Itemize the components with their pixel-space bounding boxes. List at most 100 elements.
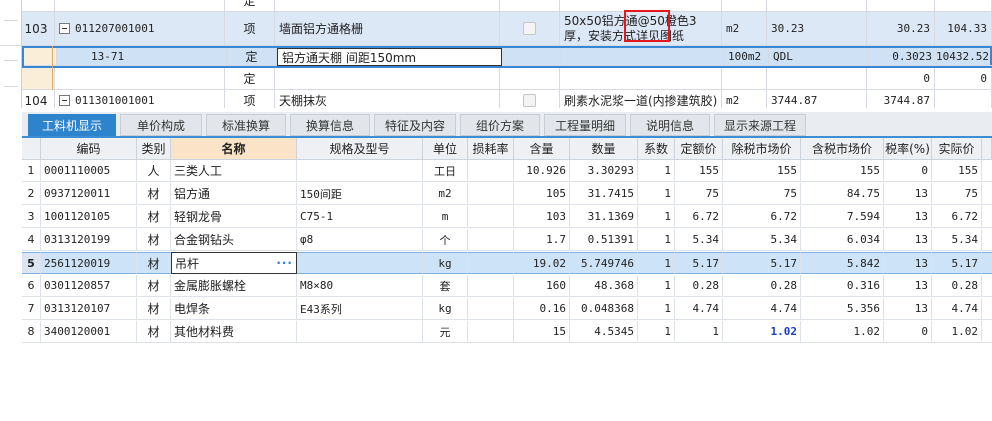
bill-row-partial-top[interactable]: 定 bbox=[22, 0, 992, 12]
bill-row-104[interactable]: 104 011301001001 项 天棚抹灰 刷素水泥浆一道(内掺建筑胶) m… bbox=[22, 90, 992, 108]
resource-ex-tax-price[interactable]: 4.74 bbox=[723, 298, 801, 320]
col-quota-price[interactable]: 定额价 bbox=[675, 138, 723, 160]
resource-quantity[interactable]: 4.5345 bbox=[570, 321, 638, 343]
resource-tax-rate[interactable]: 13 bbox=[884, 183, 932, 205]
col-category[interactable]: 类别 bbox=[137, 138, 171, 160]
resource-loss-rate[interactable] bbox=[468, 229, 514, 251]
resource-row-5[interactable]: 5 2561120019 材 吊杆 ··· kg 19.02 5.749746 1… bbox=[22, 252, 992, 274]
resource-unit[interactable]: 套 bbox=[423, 275, 468, 297]
col-tax-rate[interactable]: 税率(%) bbox=[884, 138, 932, 160]
resource-loss-rate[interactable] bbox=[468, 275, 514, 297]
resource-quota-price[interactable]: 0.28 bbox=[675, 275, 723, 297]
resource-tax-rate[interactable]: 13 bbox=[884, 298, 932, 320]
resource-content[interactable]: 103 bbox=[514, 206, 570, 228]
resource-quota-price[interactable]: 4.74 bbox=[675, 298, 723, 320]
resource-quantity[interactable]: 31.7415 bbox=[570, 183, 638, 205]
tab-description[interactable]: 说明信息 bbox=[630, 114, 710, 136]
resource-name[interactable]: 其他材料费 bbox=[171, 321, 297, 343]
resource-loss-rate[interactable] bbox=[468, 252, 514, 274]
resource-coefficient[interactable]: 1 bbox=[638, 183, 675, 205]
tab-quantity-details[interactable]: 工程量明细 bbox=[544, 114, 626, 136]
row-checkbox[interactable] bbox=[523, 94, 536, 107]
resource-loss-rate[interactable] bbox=[468, 298, 514, 320]
col-code[interactable]: 编码 bbox=[41, 138, 137, 160]
col-content[interactable]: 含量 bbox=[514, 138, 570, 160]
more-options-icon[interactable]: ··· bbox=[276, 256, 293, 270]
resource-code[interactable]: 1001120105 bbox=[41, 206, 137, 228]
resource-ex-tax-price[interactable]: 155 bbox=[723, 160, 801, 182]
resource-spec[interactable]: C75-1 bbox=[297, 206, 423, 228]
resource-code[interactable]: 0313120199 bbox=[41, 229, 137, 251]
resource-row-7[interactable]: 7 0313120107 材 电焊条 E43系列 kg 0.16 0.04836… bbox=[22, 298, 992, 320]
collapse-icon[interactable] bbox=[59, 95, 70, 106]
resource-category[interactable]: 材 bbox=[137, 298, 171, 320]
collapse-icon[interactable] bbox=[59, 23, 70, 34]
resource-ex-tax-price[interactable]: 75 bbox=[723, 183, 801, 205]
col-inc-tax-price[interactable]: 含税市场价 bbox=[801, 138, 884, 160]
resource-ex-tax-price[interactable]: 5.34 bbox=[723, 229, 801, 251]
resource-actual-price[interactable]: 1.02 bbox=[932, 321, 982, 343]
resource-code[interactable]: 0937120011 bbox=[41, 183, 137, 205]
resource-coefficient[interactable]: 1 bbox=[638, 275, 675, 297]
resource-tax-rate[interactable]: 0 bbox=[884, 321, 932, 343]
resource-unit[interactable]: kg bbox=[423, 298, 468, 320]
resource-content[interactable]: 1.7 bbox=[514, 229, 570, 251]
resource-inc-tax-price[interactable]: 7.594 bbox=[801, 206, 884, 228]
resource-tax-rate[interactable]: 13 bbox=[884, 275, 932, 297]
resource-code[interactable]: 0001110005 bbox=[41, 160, 137, 182]
col-spec[interactable]: 规格及型号 bbox=[297, 138, 423, 160]
resource-code[interactable]: 0313120107 bbox=[41, 298, 137, 320]
resource-content[interactable]: 105 bbox=[514, 183, 570, 205]
resource-quota-price[interactable]: 155 bbox=[675, 160, 723, 182]
resource-coefficient[interactable]: 1 bbox=[638, 206, 675, 228]
resource-spec[interactable] bbox=[297, 321, 423, 343]
resource-quantity[interactable]: 0.51391 bbox=[570, 229, 638, 251]
resource-ex-tax-price[interactable]: 0.28 bbox=[723, 275, 801, 297]
bill-row-103[interactable]: 103 011207001001 项 墙面铝方通格栅 50x50铝方通@50橙色… bbox=[0, 12, 992, 46]
resource-quota-price[interactable]: 6.72 bbox=[675, 206, 723, 228]
resource-quantity[interactable]: 0.048368 bbox=[570, 298, 638, 320]
resource-loss-rate[interactable] bbox=[468, 321, 514, 343]
resource-coefficient[interactable]: 1 bbox=[638, 298, 675, 320]
resource-spec[interactable]: E43系列 bbox=[297, 298, 423, 320]
resource-name[interactable]: 金属膨胀螺栓 bbox=[171, 275, 297, 297]
col-ex-tax-price[interactable]: 除税市场价 bbox=[723, 138, 801, 160]
resource-category[interactable]: 材 bbox=[137, 183, 171, 205]
resource-row-8[interactable]: 8 3400120001 材 其他材料费 元 15 4.5345 1 1 1.0… bbox=[22, 321, 992, 343]
col-quantity[interactable]: 数量 bbox=[570, 138, 638, 160]
resource-spec[interactable] bbox=[297, 252, 423, 274]
resource-ex-tax-price[interactable]: 6.72 bbox=[723, 206, 801, 228]
resource-unit[interactable]: m2 bbox=[423, 183, 468, 205]
resource-quota-price[interactable]: 1 bbox=[675, 321, 723, 343]
resource-name[interactable]: 吊杆 ··· bbox=[171, 252, 297, 274]
quota-name-editor[interactable]: 铝方通天棚 间距150mm bbox=[277, 48, 502, 66]
resource-loss-rate[interactable] bbox=[468, 206, 514, 228]
resource-ex-tax-price[interactable]: 1.02 bbox=[723, 321, 801, 343]
resource-spec[interactable]: φ8 bbox=[297, 229, 423, 251]
resource-spec[interactable]: 150间距 bbox=[297, 183, 423, 205]
resource-inc-tax-price[interactable]: 5.842 bbox=[801, 252, 884, 274]
resource-category[interactable]: 材 bbox=[137, 252, 171, 274]
tab-conversion-info[interactable]: 换算信息 bbox=[290, 114, 370, 136]
resource-ex-tax-price[interactable]: 5.17 bbox=[723, 252, 801, 274]
resource-tax-rate[interactable]: 13 bbox=[884, 206, 932, 228]
tab-features-content[interactable]: 特征及内容 bbox=[374, 114, 456, 136]
resource-quantity[interactable]: 31.1369 bbox=[570, 206, 638, 228]
resource-unit[interactable]: kg bbox=[423, 252, 468, 274]
resource-actual-price[interactable]: 5.34 bbox=[932, 229, 982, 251]
resource-quota-price[interactable]: 5.17 bbox=[675, 252, 723, 274]
resource-unit[interactable]: 工日 bbox=[423, 160, 468, 182]
resource-tax-rate[interactable]: 13 bbox=[884, 252, 932, 274]
resource-code[interactable]: 2561120019 bbox=[41, 252, 137, 274]
resource-inc-tax-price[interactable]: 5.356 bbox=[801, 298, 884, 320]
resource-content[interactable]: 10.926 bbox=[514, 160, 570, 182]
resource-code[interactable]: 0301120857 bbox=[41, 275, 137, 297]
tab-unit-price-composition[interactable]: 单价构成 bbox=[120, 114, 202, 136]
resource-name[interactable]: 铝方通 bbox=[171, 183, 297, 205]
col-name[interactable]: 名称 bbox=[171, 138, 297, 160]
resource-row-4[interactable]: 4 0313120199 材 合金钢钻头 φ8 个 1.7 0.51391 1 … bbox=[22, 229, 992, 251]
resource-actual-price[interactable]: 155 bbox=[932, 160, 982, 182]
resource-category[interactable]: 人 bbox=[137, 160, 171, 182]
resource-name[interactable]: 轻钢龙骨 bbox=[171, 206, 297, 228]
resource-quantity[interactable]: 3.30293 bbox=[570, 160, 638, 182]
